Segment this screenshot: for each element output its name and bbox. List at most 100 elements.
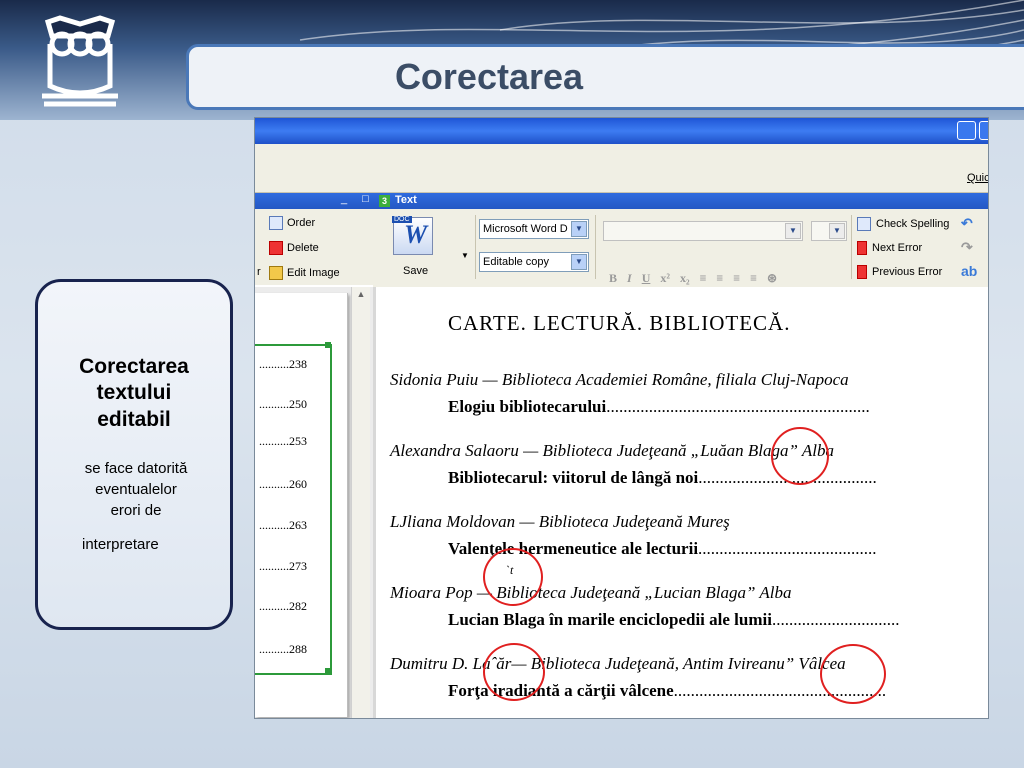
redo-icon[interactable]: ↷ bbox=[961, 239, 973, 256]
menu-bar: Quic bbox=[255, 144, 988, 193]
font-select[interactable]: ▼ bbox=[603, 221, 803, 241]
format-buttons: B I U x² x₂ ≡ ≡ ≡ ≡ ⊛ bbox=[609, 271, 777, 286]
check-spelling-label: Check Spelling bbox=[876, 218, 950, 230]
next-error-label: Next Error bbox=[872, 242, 923, 254]
order-icon bbox=[269, 216, 283, 230]
work-title-text: Elogiu bibliotecarului bbox=[448, 397, 607, 416]
note-heading-line: Corectarea bbox=[79, 355, 189, 378]
note-heading: Corectarea textului editabil bbox=[38, 354, 230, 433]
chevron-down-icon[interactable]: ▼ bbox=[571, 254, 587, 270]
note-body-line: se face datorită bbox=[84, 460, 188, 477]
check-spelling-icon bbox=[857, 217, 871, 231]
toc-entry: ..........273 bbox=[259, 559, 307, 573]
left-panel-controls[interactable]: _ □ bbox=[341, 193, 375, 205]
order-label: Order bbox=[287, 217, 316, 229]
author-line: Dumitru D. Laˆăr— Biblioteca Judeţeană, … bbox=[390, 654, 846, 673]
work-title-text: Bibliotecarul: viitorul de lângă noi bbox=[448, 468, 699, 487]
align-left-icon[interactable]: ≡ bbox=[700, 271, 707, 286]
delete-icon bbox=[269, 241, 283, 255]
toolbar-divider bbox=[595, 215, 596, 279]
toolbar-divider bbox=[475, 215, 476, 279]
owl-logo-icon bbox=[42, 15, 118, 107]
chevron-down-icon[interactable]: ▼ bbox=[571, 221, 587, 237]
work-title: Elogiu bibliotecarului..................… bbox=[448, 397, 870, 417]
error-circle-valentele bbox=[483, 548, 543, 606]
next-error-button[interactable]: Next Error bbox=[857, 241, 922, 255]
bold-button[interactable]: B bbox=[609, 271, 617, 286]
resize-handle[interactable] bbox=[325, 668, 331, 674]
previous-error-button[interactable]: Previous Error bbox=[857, 265, 942, 279]
note-body-line: erori de bbox=[110, 502, 162, 519]
toc-entry: ..........260 bbox=[259, 477, 307, 491]
mode-select[interactable]: Editable copy ▼ bbox=[479, 252, 589, 272]
note-heading-line: editabil bbox=[97, 407, 171, 431]
left-panel-toolbar: Order Delete Edit Image r bbox=[255, 209, 373, 285]
save-dropdown-arrow-icon[interactable]: ▼ bbox=[461, 251, 469, 260]
note-tail: interpretare bbox=[82, 536, 159, 553]
edit-image-icon bbox=[269, 266, 283, 280]
undo-icon[interactable]: ↶ bbox=[961, 215, 973, 232]
next-error-icon bbox=[857, 241, 867, 255]
note-body: se face datorită eventualelor erori de bbox=[46, 458, 226, 521]
toc-page-number: 288 bbox=[289, 642, 307, 656]
error-circle-ivireanu bbox=[820, 644, 886, 704]
error-circle-lazar bbox=[483, 643, 545, 701]
menu-item-quick[interactable]: Quic bbox=[967, 172, 988, 184]
note-box: Corectarea textului editabil se face dat… bbox=[35, 279, 233, 630]
work-title-text: Valenţele hermeneutice ale lecturii bbox=[448, 539, 699, 558]
title-banner: Corectarea bbox=[186, 44, 1024, 110]
toc-page-number: 260 bbox=[289, 477, 307, 491]
author-line: Mioara Pop — Biblioteca Judeţeană „Lucia… bbox=[390, 583, 792, 602]
format-select-value: Microsoft Word D bbox=[483, 223, 568, 235]
delete-label: Delete bbox=[287, 242, 319, 254]
previous-error-icon bbox=[857, 265, 867, 279]
edit-image-label: Edit Image bbox=[287, 267, 340, 279]
toc-page-number: 282 bbox=[289, 599, 307, 613]
resize-handle[interactable] bbox=[325, 342, 331, 348]
note-body-line: eventualelor bbox=[95, 481, 177, 498]
work-title: Lucian Blaga în marile enciclopedii ale … bbox=[448, 610, 899, 630]
text-panel-header: 3 Text bbox=[373, 193, 988, 209]
editable-document[interactable]: CARTE. LECTURĂ. BIBLIOTECĂ. Sidonia Puiu… bbox=[373, 287, 988, 718]
check-spelling-button[interactable]: Check Spelling bbox=[857, 217, 949, 231]
minimize-button[interactable] bbox=[957, 121, 976, 140]
align-center-icon[interactable]: ≡ bbox=[716, 271, 723, 286]
special-format-icon[interactable]: ⊛ bbox=[767, 271, 777, 286]
chevron-down-icon[interactable]: ▼ bbox=[785, 223, 801, 239]
window-titlebar bbox=[255, 118, 988, 144]
chevron-down-icon[interactable]: ▼ bbox=[829, 223, 845, 239]
order-button[interactable]: Order bbox=[269, 216, 315, 230]
format-select[interactable]: Microsoft Word D ▼ bbox=[479, 219, 589, 239]
toc-page-number: 238 bbox=[289, 357, 307, 371]
note-heading-line: textului bbox=[96, 381, 172, 405]
previous-error-label: Previous Error bbox=[872, 266, 943, 278]
align-right-icon[interactable]: ≡ bbox=[733, 271, 740, 286]
author-line: Alexandra Salaoru — Biblioteca Judeţeană… bbox=[390, 441, 835, 460]
maximize-button[interactable] bbox=[979, 121, 988, 140]
italic-button[interactable]: I bbox=[627, 271, 632, 286]
error-circle-luaan bbox=[771, 427, 829, 485]
delete-button[interactable]: Delete bbox=[269, 241, 319, 255]
toc-selection-frame bbox=[255, 342, 332, 675]
toc-entry: ..........282 bbox=[259, 599, 307, 613]
word-document-icon[interactable]: DOC W bbox=[392, 216, 433, 255]
toc-page-number: 273 bbox=[289, 559, 307, 573]
superscript-button[interactable]: x² bbox=[660, 271, 670, 286]
left-fragment-text: r bbox=[257, 266, 261, 278]
scroll-up-icon[interactable]: ▲ bbox=[352, 289, 370, 305]
slide-title: Corectarea bbox=[394, 56, 584, 97]
page-thumbnail[interactable]: ..........238 ..........250 ..........25… bbox=[255, 293, 348, 717]
left-pane-scrollbar[interactable]: ▲ bbox=[351, 287, 370, 718]
edit-image-button[interactable]: Edit Image bbox=[269, 266, 340, 280]
panel-number-badge: 3 bbox=[379, 195, 390, 207]
subscript-button[interactable]: x₂ bbox=[680, 271, 690, 286]
toc-entry: ..........250 bbox=[259, 397, 307, 411]
underline-button[interactable]: U bbox=[642, 271, 651, 286]
save-button[interactable]: Save bbox=[403, 265, 428, 277]
leader-dots: ........................................… bbox=[698, 539, 877, 558]
justify-icon[interactable]: ≡ bbox=[750, 271, 757, 286]
replace-icon[interactable]: ab bbox=[961, 263, 977, 279]
font-size-select[interactable]: ▼ bbox=[811, 221, 847, 241]
document-heading: CARTE. LECTURĂ. BIBLIOTECĂ. bbox=[448, 311, 791, 335]
app-screenshot: Quic _ □ Order Delete Edit Image r 3 Tex… bbox=[254, 117, 989, 719]
